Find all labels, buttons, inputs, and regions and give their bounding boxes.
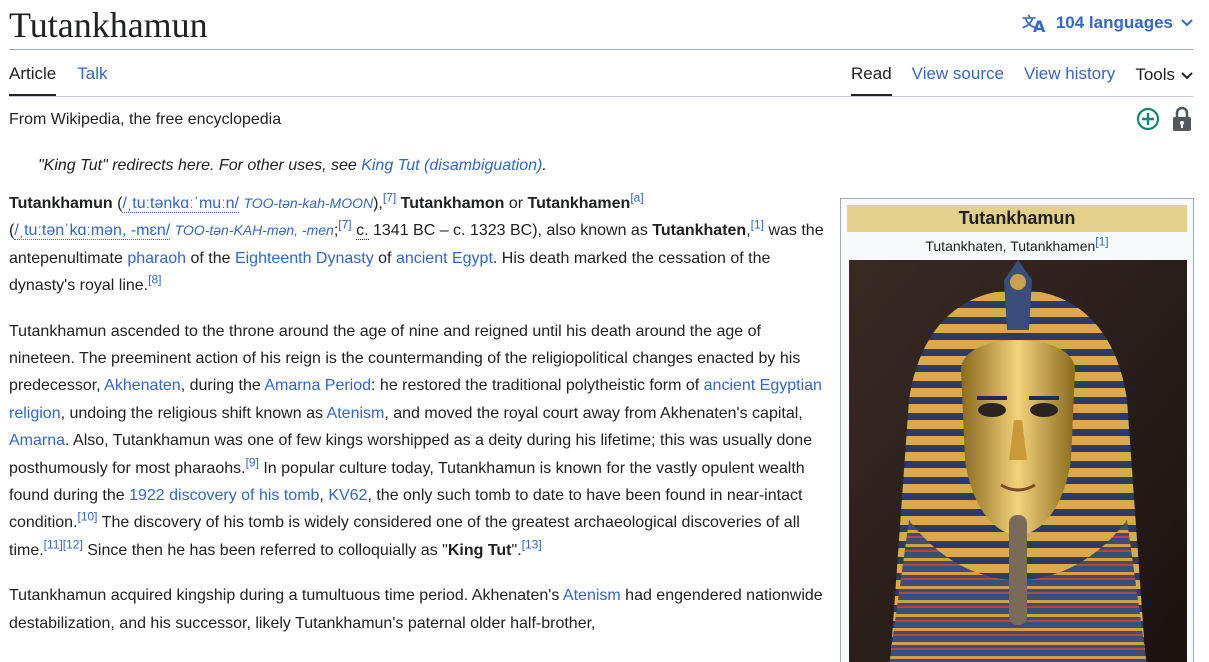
tab-read[interactable]: Read xyxy=(851,64,892,96)
title-divider xyxy=(9,49,1193,50)
paragraph-1: Tutankhamun (/ˌtuːtənkɑːˈmuːn/ TOO-tən-k… xyxy=(9,190,829,300)
language-count: 104 languages xyxy=(1056,13,1173,33)
chevron-down-icon xyxy=(1181,65,1193,85)
reference-link[interactable]: [11] xyxy=(44,538,63,552)
hatnote-link[interactable]: King Tut (disambiguation) xyxy=(361,157,542,174)
link-pharaoh[interactable]: pharaoh xyxy=(127,250,186,267)
ipa-link[interactable]: /ˌtuːtənˈkɑːmən, -mɛn/ xyxy=(14,222,170,240)
tab-talk[interactable]: Talk xyxy=(77,64,107,96)
page-indicators xyxy=(1136,106,1192,137)
link-atenism[interactable]: Atenism xyxy=(327,405,385,422)
chevron-down-icon xyxy=(1181,19,1193,27)
link-1922-discovery[interactable]: 1922 discovery of his tomb xyxy=(129,487,319,504)
article-body: Tutankhamun (/ˌtuːtənkɑːˈmuːn/ TOO-tən-k… xyxy=(9,190,829,655)
respelling-link[interactable]: TOO-tən-kah-MOON xyxy=(243,195,373,211)
paragraph-3: Tutankhamun acquired kingship during a t… xyxy=(9,582,829,637)
ipa-link[interactable]: /ˌtuːtənkɑːˈmuːn/ xyxy=(122,195,239,213)
link-eighteenth-dynasty[interactable]: Eighteenth Dynasty xyxy=(235,250,374,267)
page-title: Tutankhamun xyxy=(9,4,208,46)
tab-article[interactable]: Article xyxy=(9,64,56,96)
circa-abbr[interactable]: c. xyxy=(356,222,368,240)
respelling-link[interactable]: TOO-tən-KAH-mən, -men xyxy=(175,222,334,238)
link-akhenaten[interactable]: Akhenaten xyxy=(104,377,181,394)
link-amarna[interactable]: Amarna xyxy=(9,432,65,449)
tab-view-source[interactable]: View source xyxy=(912,64,1004,96)
tab-view-history[interactable]: View history xyxy=(1024,64,1115,96)
reference-link[interactable]: [1] xyxy=(1095,234,1108,248)
infobox-title: Tutankhamun xyxy=(847,205,1187,232)
link-ancient-egypt[interactable]: ancient Egypt xyxy=(396,250,493,267)
infobox-subtitle: Tutankhaten, Tutankhamen[1] xyxy=(847,232,1187,260)
footnote-link[interactable]: [a] xyxy=(630,191,643,205)
hatnote: "King Tut" redirects here. For other use… xyxy=(38,157,547,175)
paragraph-2: Tutankhamun ascended to the throne aroun… xyxy=(9,318,829,565)
reference-link[interactable]: [13] xyxy=(522,538,542,552)
good-article-plus-icon[interactable] xyxy=(1136,107,1160,136)
reference-link[interactable]: [7] xyxy=(383,191,396,205)
infobox: Tutankhamun Tutankhaten, Tutankhamen[1] xyxy=(840,198,1194,662)
link-kv62[interactable]: KV62 xyxy=(328,487,367,504)
tools-label: Tools xyxy=(1135,65,1175,85)
link-atenism[interactable]: Atenism xyxy=(563,587,621,604)
tools-menu-button[interactable]: Tools xyxy=(1135,64,1193,96)
infobox-image[interactable] xyxy=(849,260,1187,662)
language-selector-button[interactable]: 文 A 104 languages xyxy=(1022,13,1193,33)
lock-icon[interactable] xyxy=(1172,106,1192,137)
reference-link[interactable]: [1] xyxy=(751,218,764,232)
svg-text:A: A xyxy=(1033,17,1046,33)
reference-link[interactable]: [12] xyxy=(63,538,83,552)
page-tabs: Article Talk Read View source View histo… xyxy=(9,64,1193,96)
reference-link[interactable]: [7] xyxy=(338,218,351,232)
reference-link[interactable]: [9] xyxy=(246,455,259,469)
reference-link[interactable]: [8] xyxy=(148,273,161,287)
tabs-divider xyxy=(9,96,1193,97)
reference-link[interactable]: [10] xyxy=(78,510,98,524)
translate-icon: 文 A xyxy=(1022,13,1048,33)
site-tagline: From Wikipedia, the free encyclopedia xyxy=(9,111,281,129)
golden-mask-image xyxy=(849,260,1187,662)
link-amarna-period[interactable]: Amarna Period xyxy=(264,377,371,394)
